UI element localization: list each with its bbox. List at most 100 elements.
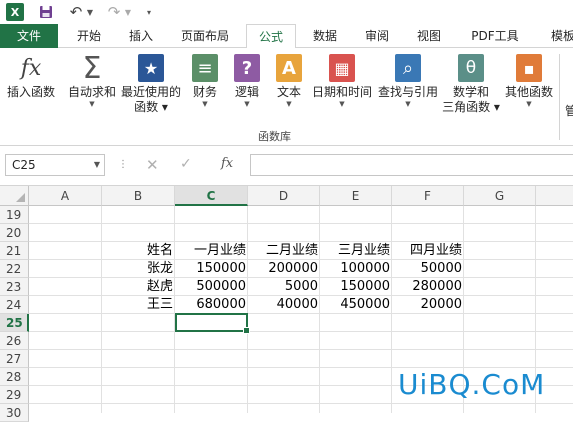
resize-handle-icon[interactable]: ⋮ [118, 159, 128, 170]
enter-icon[interactable]: ✓ [180, 156, 192, 172]
insert-function-button[interactable]: fx 插入函数 [4, 54, 58, 100]
gridline [29, 403, 573, 404]
group-divider [559, 54, 560, 140]
column-header-f[interactable]: F [392, 186, 464, 206]
cell-e23[interactable]: 150000 [320, 278, 392, 296]
tab-review[interactable]: 审阅 [354, 24, 400, 48]
column-header-c[interactable]: C [175, 186, 248, 206]
undo-dropdown-icon[interactable]: ▼ [86, 3, 94, 21]
chevron-down-icon[interactable]: ▼ [94, 155, 100, 175]
cell-c24[interactable]: 680000 [175, 296, 248, 314]
redo-icon[interactable]: ↷ [106, 3, 122, 21]
gridline [29, 331, 573, 332]
math-trig-label-2: 三角函数 ▾ [442, 100, 500, 114]
insert-function-fx-icon[interactable]: fx [221, 156, 233, 171]
text-functions-label: 文本 [276, 85, 301, 99]
row-header-26[interactable]: 26 [0, 332, 29, 350]
cell-c23[interactable]: 500000 [175, 278, 248, 296]
lookup-reference-label: 查找与引用 [377, 85, 438, 99]
row-header-19[interactable]: 19 [0, 206, 29, 224]
tab-data[interactable]: 数据 [302, 24, 348, 48]
quick-access-toolbar: X ↶ ▼ ↷ ▼ ▾ [0, 0, 573, 24]
row-header-22[interactable]: 22 [0, 260, 29, 278]
ribbon-formulas: fx 插入函数 Σ 自动求和 ▼ ★ 最近使用的 函数 ▾ ≡ 财务 ▼ ? 逻… [0, 48, 573, 146]
redo-dropdown-icon[interactable]: ▼ [124, 3, 132, 21]
cell-f22[interactable]: 50000 [392, 260, 464, 278]
column-header-e[interactable]: E [320, 186, 392, 206]
text-icon: A [276, 54, 302, 82]
tab-insert[interactable]: 插入 [118, 24, 164, 48]
lookup-reference-button[interactable]: ⌕ 查找与引用 ▼ [376, 54, 440, 109]
row-header-29[interactable]: 29 [0, 386, 29, 404]
tab-formulas[interactable]: 公式 [246, 24, 296, 49]
column-header-b[interactable]: B [102, 186, 175, 206]
tab-pdf-tools[interactable]: PDF工具 [462, 24, 528, 48]
cell-e21[interactable]: 三月业绩 [320, 242, 392, 260]
star-icon: ★ [138, 54, 164, 82]
text-functions-button[interactable]: A 文本 ▼ [272, 54, 306, 109]
column-header-g[interactable]: G [464, 186, 536, 206]
more-functions-button[interactable]: ▪ 其他函数 ▼ [502, 54, 556, 109]
excel-icon: X [6, 3, 24, 21]
autosum-button[interactable]: Σ 自动求和 ▼ [66, 51, 118, 109]
recently-used-button[interactable]: ★ 最近使用的 函数 ▾ [120, 54, 182, 115]
cell-c21[interactable]: 一月业绩 [175, 242, 248, 260]
math-trig-icon: θ [458, 54, 484, 82]
tab-file[interactable]: 文件 [0, 24, 58, 48]
select-all-button[interactable] [0, 186, 29, 206]
cell-e22[interactable]: 100000 [320, 260, 392, 278]
cell-b22[interactable]: 张龙 [102, 260, 175, 278]
cell-b21[interactable]: 姓名 [102, 242, 175, 260]
customize-quick-access-icon[interactable]: ▾ [144, 3, 154, 21]
financial-button[interactable]: ≡ 财务 ▼ [188, 54, 222, 109]
financial-label: 财务 [192, 85, 217, 99]
formula-input[interactable] [250, 154, 573, 176]
column-header-d[interactable]: D [248, 186, 320, 206]
cell-f24[interactable]: 20000 [392, 296, 464, 314]
row-header-27[interactable]: 27 [0, 350, 29, 368]
autosum-label: 自动求和 [67, 85, 116, 99]
tab-page-layout[interactable]: 页面布局 [172, 24, 238, 48]
cell-d21[interactable]: 二月业绩 [248, 242, 320, 260]
more-functions-icon: ▪ [516, 54, 542, 82]
cell-f21[interactable]: 四月业绩 [392, 242, 464, 260]
tab-template[interactable]: 模板 [540, 24, 573, 48]
cell-d24[interactable]: 40000 [248, 296, 320, 314]
row-header-23[interactable]: 23 [0, 278, 29, 296]
active-cell-selection[interactable] [175, 313, 250, 334]
column-header-a[interactable]: A [29, 186, 102, 206]
cell-d23[interactable]: 5000 [248, 278, 320, 296]
name-box[interactable]: C25 ▼ [5, 154, 105, 176]
name-manager-partial-label[interactable]: 管 [565, 102, 573, 119]
formula-bar: C25 ▼ ⋮ ✕ ✓ fx [0, 146, 573, 186]
financial-icon: ≡ [192, 54, 218, 82]
math-trig-button[interactable]: θ 数学和 三角函数 ▾ [440, 54, 502, 115]
cell-f23[interactable]: 280000 [392, 278, 464, 296]
insert-function-label: 插入函数 [6, 85, 55, 99]
tab-home[interactable]: 开始 [66, 24, 112, 48]
row-header-20[interactable]: 20 [0, 224, 29, 242]
row-header-25[interactable]: 25 [0, 314, 29, 332]
logical-label: 逻辑 [234, 85, 259, 99]
chevron-down-icon: ▼ [89, 100, 95, 108]
recently-used-label-2: 函数 ▾ [134, 100, 168, 114]
column-header-partial[interactable] [536, 186, 573, 206]
tab-view[interactable]: 视图 [406, 24, 452, 48]
cell-d22[interactable]: 200000 [248, 260, 320, 278]
logical-button[interactable]: ? 逻辑 ▼ [230, 54, 264, 109]
cancel-icon[interactable]: ✕ [146, 156, 159, 174]
row-header-24[interactable]: 24 [0, 296, 29, 314]
cell-b23[interactable]: 赵虎 [102, 278, 175, 296]
gridline [29, 349, 573, 350]
cell-b24[interactable]: 王三 [102, 296, 175, 314]
cell-e24[interactable]: 450000 [320, 296, 392, 314]
save-icon[interactable] [38, 3, 54, 21]
name-box-value: C25 [12, 158, 36, 172]
date-time-button[interactable]: ▦ 日期和时间 ▼ [310, 54, 374, 109]
row-header-21[interactable]: 21 [0, 242, 29, 260]
cell-c22[interactable]: 150000 [175, 260, 248, 278]
row-header-28[interactable]: 28 [0, 368, 29, 386]
undo-icon[interactable]: ↶ [68, 3, 84, 21]
insert-function-icon: fx [20, 55, 42, 81]
row-header-30[interactable]: 30 [0, 404, 29, 422]
